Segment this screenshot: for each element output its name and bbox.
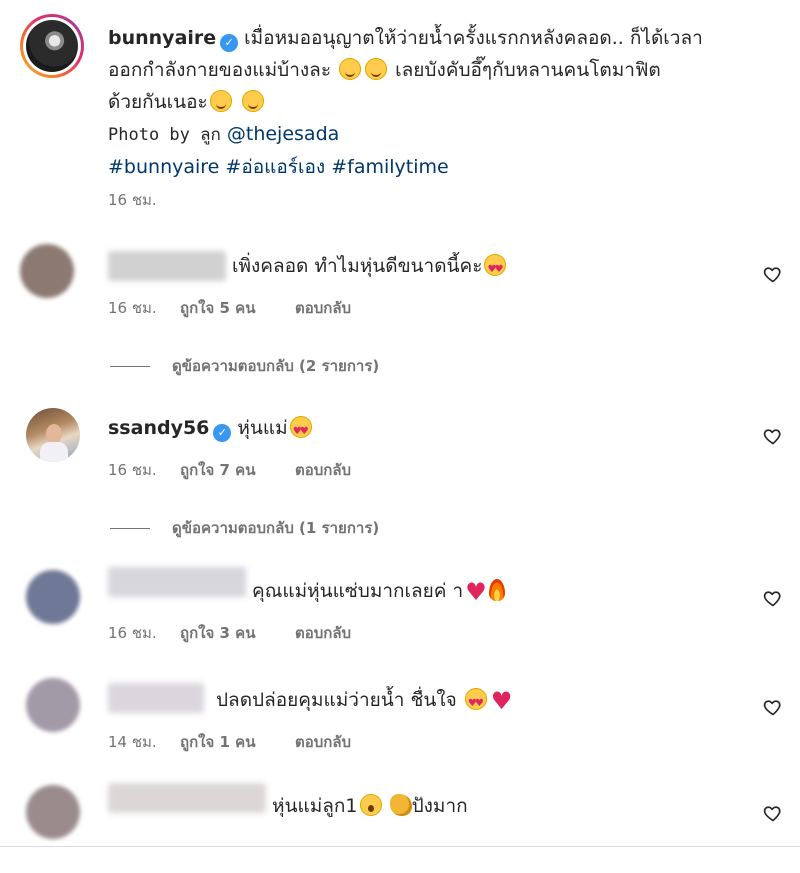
divider-line: [110, 528, 150, 529]
view-replies-button[interactable]: ดูข้อความตอบกลับ (2 รายการ): [110, 354, 379, 378]
comment-timestamp[interactable]: 16 ชม.: [108, 621, 157, 645]
tears-of-joy-emoji-icon: [209, 90, 232, 112]
comment-username-redacted[interactable]: [108, 251, 226, 281]
post-timestamp[interactable]: 16 ชม.: [108, 188, 157, 212]
heart-eyes-emoji-icon: [289, 416, 312, 446]
winking-tongue-emoji-icon: [241, 90, 264, 112]
comment-timestamp[interactable]: 16 ชม.: [108, 458, 157, 482]
astonished-face-emoji-icon: [359, 794, 382, 816]
comment-text: ปลดปล่อยคุมแม่ว่ายน้ำ ชื่นใจ ♥: [216, 686, 514, 718]
comment-text: เพิ่งคลอด ทำไมหุ่นดีขนาดนี้คะ: [232, 252, 508, 284]
like-comment-heart-icon[interactable]: [763, 803, 783, 823]
comment-likes-count[interactable]: ถูกใจ 5 คน: [180, 296, 255, 320]
verified-badge-icon: ✓: [220, 34, 239, 52]
view-replies-button[interactable]: ดูข้อความตอบกลับ (1 รายการ): [110, 516, 379, 540]
comment-reply-button[interactable]: ตอบกลับ: [295, 296, 351, 320]
comment-avatar[interactable]: [26, 570, 80, 624]
comment-reply-button[interactable]: ตอบกลับ: [295, 730, 351, 754]
comment-likes-count[interactable]: ถูกใจ 3 คน: [180, 621, 255, 645]
avatar-image: [26, 20, 78, 72]
like-comment-heart-icon[interactable]: [763, 697, 783, 717]
red-heart-emoji-icon: ♥: [490, 687, 513, 715]
comment-timestamp[interactable]: 14 ชม.: [108, 730, 157, 754]
post-actions-divider: [0, 846, 800, 873]
heart-eyes-emoji-icon: [464, 688, 487, 718]
comment-text: ssandy56 ✓ หุ่นแม่: [108, 414, 314, 446]
comment-likes-count[interactable]: ถูกใจ 1 คน: [180, 730, 255, 754]
clapping-hands-emoji-icon: [389, 794, 412, 816]
avatar-body: [40, 442, 68, 462]
photo-credit-handle-link[interactable]: @thejesada: [227, 123, 339, 145]
post-caption: bunnyaire ✓ เมื่อหมออนุญาตให้ว่ายน้ำครั้งแ…: [108, 22, 758, 183]
verified-badge-icon: ✓: [213, 424, 232, 442]
comment-username-redacted[interactable]: [108, 683, 204, 713]
post-author-avatar[interactable]: [20, 14, 84, 78]
comment-text: คุณแม่หุ่นแซ่บมากเลยค่ า♥: [252, 577, 505, 606]
heart-eyes-emoji-icon: [484, 254, 507, 284]
post-author-username[interactable]: bunnyaire: [108, 27, 216, 49]
comment-likes-count[interactable]: ถูกใจ 7 คน: [180, 458, 255, 482]
avatar-face: [46, 424, 62, 444]
comment-timestamp[interactable]: 16 ชม.: [108, 296, 157, 320]
smiling-face-emoji-icon: [365, 58, 388, 80]
red-heart-emoji-icon: ♥: [465, 578, 487, 606]
comment-avatar[interactable]: [26, 678, 80, 732]
caption-line-3: ด้วยกันเนอะ: [108, 91, 208, 113]
comment-username[interactable]: ssandy56: [108, 417, 209, 439]
hashtags-link[interactable]: #bunnyaire #อ่อแอร์เอง #familytime: [108, 156, 449, 178]
comment-reply-button[interactable]: ตอบกลับ: [295, 621, 351, 645]
comment-reply-button[interactable]: ตอบกลับ: [295, 458, 351, 482]
comment-avatar[interactable]: [26, 408, 80, 462]
like-comment-heart-icon[interactable]: [763, 588, 783, 608]
comment-avatar[interactable]: [26, 785, 80, 839]
comment-avatar[interactable]: [20, 244, 74, 298]
divider-line: [110, 366, 150, 367]
comment-username-redacted[interactable]: [108, 567, 246, 597]
story-ring: [23, 17, 81, 75]
like-comment-heart-icon[interactable]: [763, 426, 783, 446]
caption-line-2: ออกกำลังกายของแม่บ้างละ: [108, 59, 332, 81]
caption-line-1: เมื่อหมออนุญาตให้ว่ายน้ำครั้งแรกกหลังคลอ…: [244, 27, 703, 49]
comment-text: หุ่นแม่ลูก1 ปังมาก: [272, 794, 468, 817]
like-comment-heart-icon[interactable]: [763, 264, 783, 284]
fire-emoji-icon: [488, 579, 505, 601]
caption-line-2b: เลยบังคับอึ๊ๆกับหลานคนโตมาฟิต: [395, 59, 661, 81]
smiling-face-emoji-icon: [339, 58, 362, 80]
photo-credit-prefix: Photo by ลูก: [108, 125, 221, 145]
comment-username-redacted[interactable]: [108, 783, 266, 813]
